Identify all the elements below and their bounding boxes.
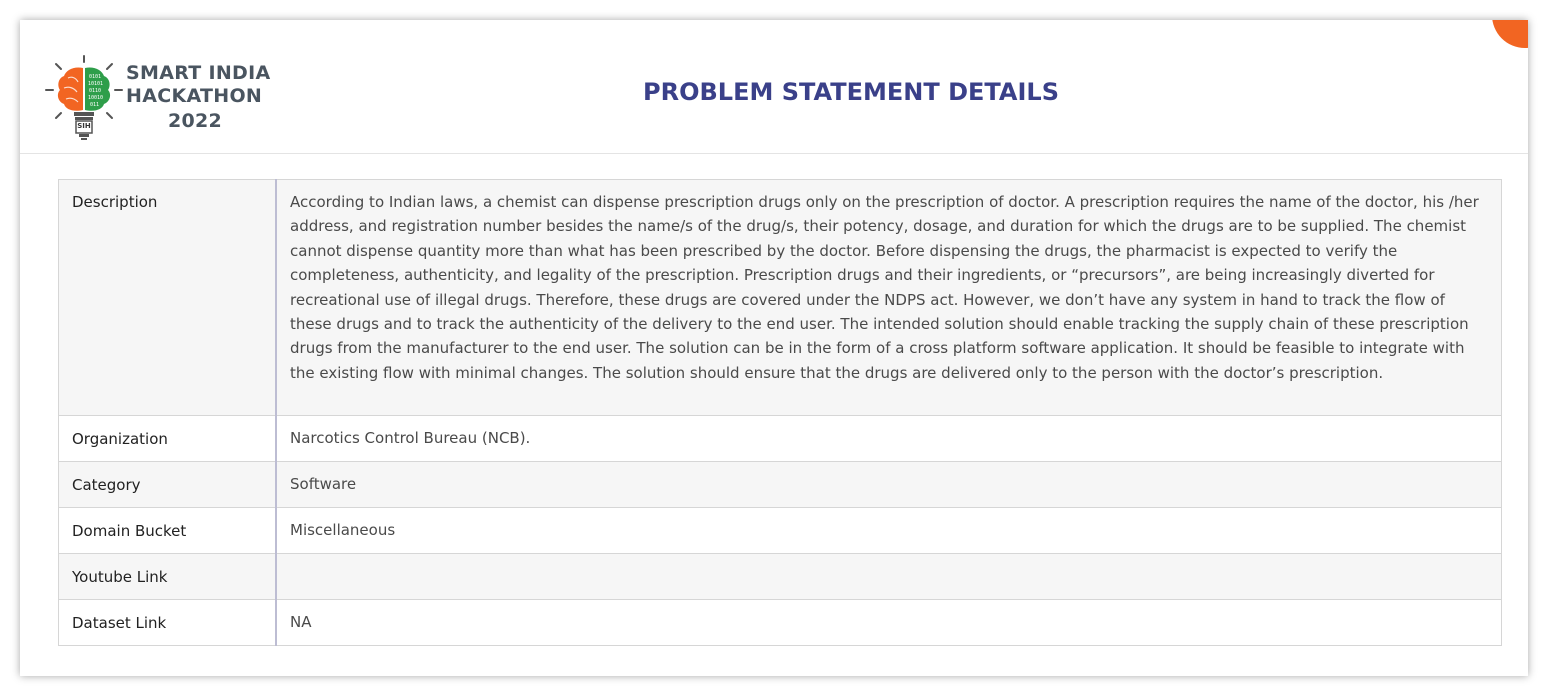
- youtube-link-value[interactable]: [275, 553, 1502, 600]
- problem-statement-card: 0101 10101 0110 10010 011 SIH SMART INDI…: [20, 20, 1528, 676]
- logo-badge: SIH: [77, 122, 91, 130]
- table-row-dataset-link: Dataset Link NA: [58, 599, 1502, 646]
- logo-year: 2022: [168, 110, 223, 132]
- table-row-organization: Organization Narcotics Control Bureau (N…: [58, 415, 1502, 462]
- row-label: Organization: [58, 415, 277, 462]
- row-label: Dataset Link: [58, 599, 277, 646]
- table-row-description: Description According to Indian laws, a …: [58, 179, 1502, 416]
- table-row-domain-bucket: Domain Bucket Miscellaneous: [58, 507, 1502, 554]
- category-value: Software: [275, 461, 1502, 508]
- domain-bucket-value: Miscellaneous: [275, 507, 1502, 554]
- row-label: Category: [58, 461, 277, 508]
- row-label: Description: [58, 179, 277, 416]
- row-label: Domain Bucket: [58, 507, 277, 554]
- description-text: According to Indian laws, a chemist can …: [275, 179, 1502, 416]
- details-table: Description According to Indian laws, a …: [58, 179, 1502, 646]
- table-row-category: Category Software: [58, 461, 1502, 508]
- dataset-link-value: NA: [275, 599, 1502, 646]
- table-row-youtube-link: Youtube Link: [58, 553, 1502, 600]
- header: 0101 10101 0110 10010 011 SIH SMART INDI…: [20, 20, 1528, 154]
- organization-value: Narcotics Control Bureau (NCB).: [275, 415, 1502, 462]
- page-title: PROBLEM STATEMENT DETAILS: [643, 78, 1059, 106]
- row-label: Youtube Link: [58, 553, 277, 600]
